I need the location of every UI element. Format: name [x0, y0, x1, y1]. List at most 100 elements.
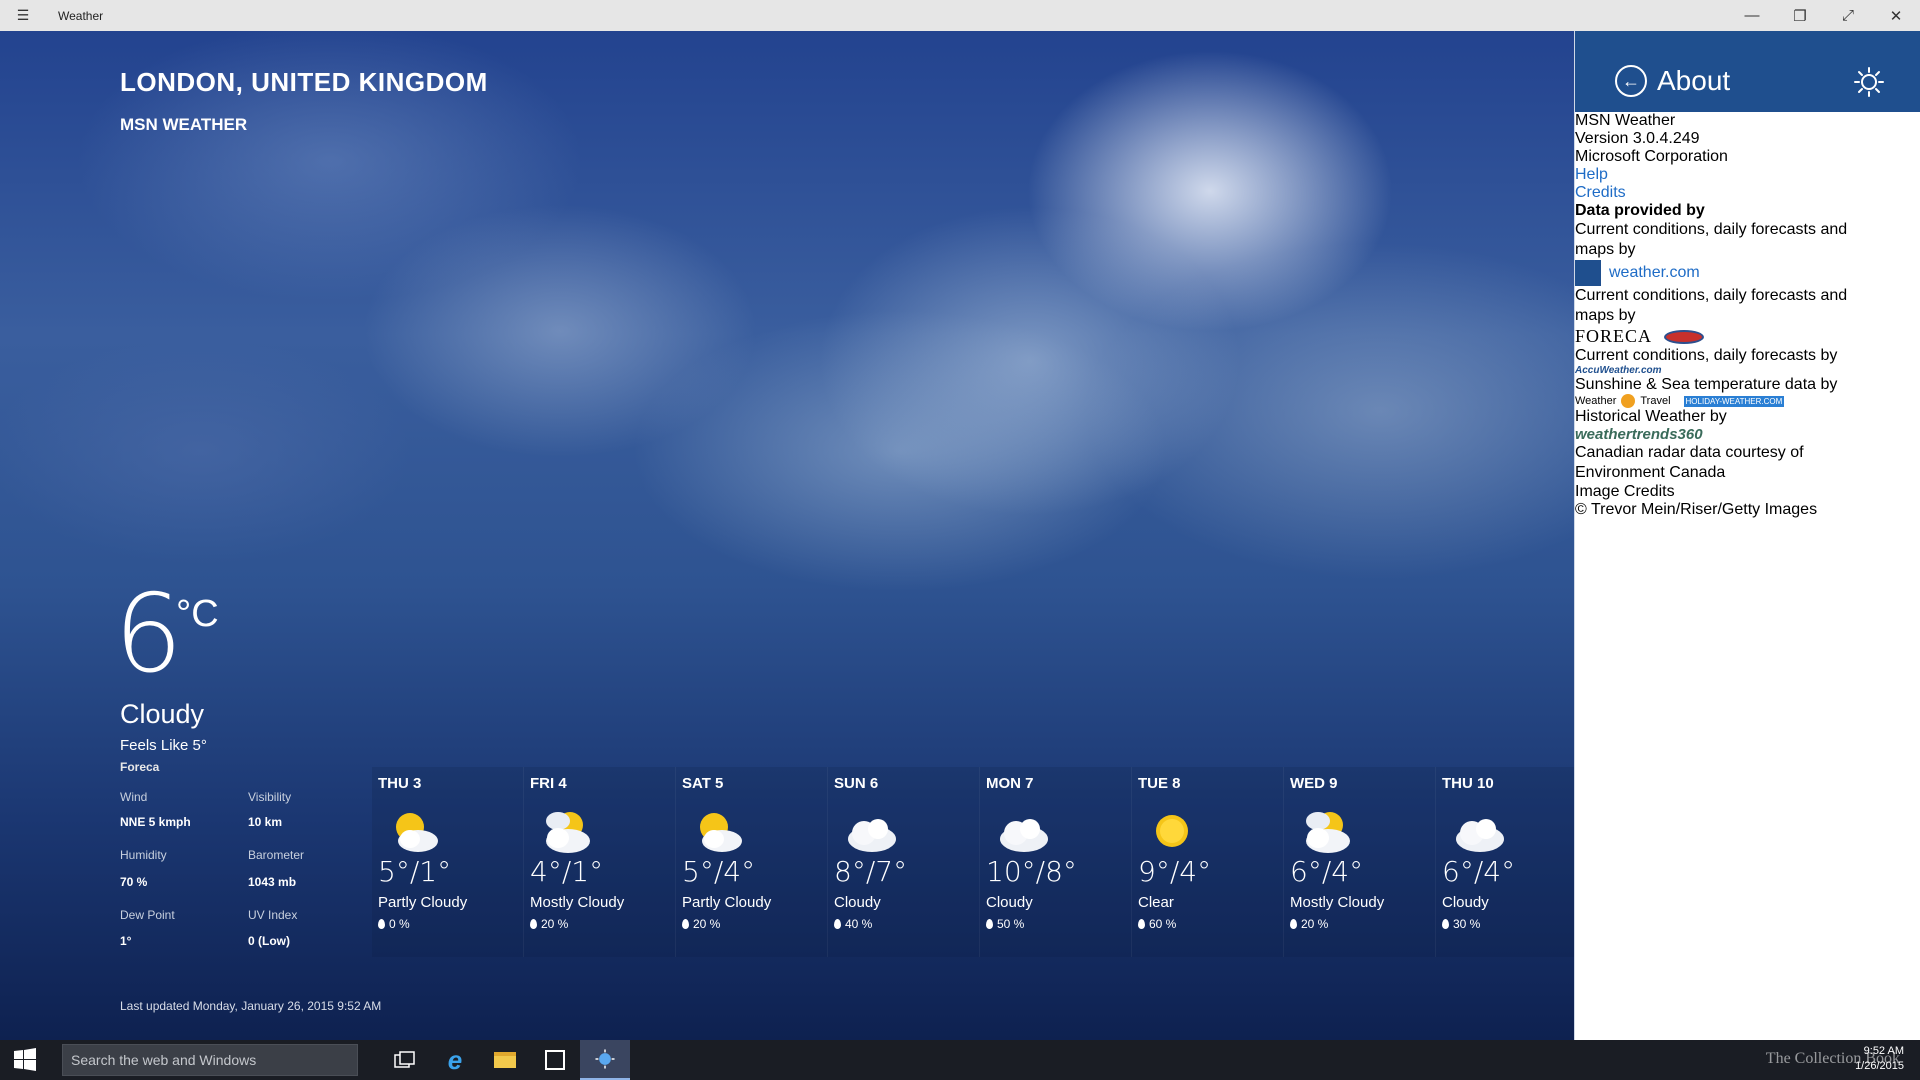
weather-channel-logo: [1575, 260, 1601, 286]
forecast-day-name: MON 7: [986, 775, 1034, 792]
credits-link[interactable]: Credits: [1575, 184, 1920, 202]
cloudy-icon: [848, 819, 896, 852]
fullscreen-button[interactable]: ⤢: [1824, 0, 1872, 31]
clock-time: 9:52 AM: [1863, 1045, 1904, 1057]
current-condition: Cloudy: [120, 699, 205, 729]
app-name: MSN Weather: [1575, 112, 1676, 129]
taskbar-clock[interactable]: 9:52 AM 1/26/2015: [1855, 1044, 1904, 1074]
forecast-day-name: THU 10: [1442, 775, 1494, 792]
provider-text: Current conditions, daily forecasts and …: [1575, 221, 1848, 258]
title-bar: ☰ Weather — ❐ ⤢ ✕: [0, 0, 1920, 31]
forecast-condition: Partly Cloudy: [682, 894, 772, 911]
temperature-unit[interactable]: °C: [176, 593, 219, 636]
forecast-day-name: WED 9: [1290, 775, 1338, 792]
forecast-day[interactable]: FRI 4 4°/1° Mostly Cloudy 20 %: [524, 767, 676, 957]
taskbar-search-input[interactable]: Search the web and Windows: [62, 1044, 358, 1076]
provider-text: Current conditions, daily forecasts and …: [1575, 287, 1848, 324]
internet-explorer-icon[interactable]: e: [430, 1040, 480, 1080]
raindrop-icon: [682, 919, 689, 929]
task-view-icon[interactable]: [380, 1040, 430, 1080]
feels-like: Feels Like 5°: [120, 737, 207, 754]
forecast-temp: 5°/1°: [378, 855, 452, 888]
raindrop-icon: [1138, 919, 1145, 929]
forecast-day[interactable]: SAT 5 5°/4° Partly Cloudy 20 %: [676, 767, 828, 957]
barometer-label: Barometer: [248, 848, 305, 862]
uv-index-label: UV Index: [248, 908, 298, 922]
humidity-value: 70 %: [120, 875, 148, 889]
weather-app-taskbar-icon[interactable]: [580, 1040, 630, 1080]
cloudy-icon: [1000, 819, 1048, 852]
precip-value: 0 %: [389, 917, 410, 931]
radar-credit: Canadian radar data courtesy of Environm…: [1575, 444, 1804, 481]
uv-index-value: 0 (Low): [248, 934, 290, 948]
hamburger-menu-icon[interactable]: ☰: [0, 0, 46, 31]
forecast-temp: 6°/4°: [1290, 855, 1364, 888]
weather2travel-logo-word: Travel: [1640, 395, 1671, 407]
forecast-temp: 4°/1°: [530, 855, 604, 888]
forecast-temp: 10°/8°: [986, 855, 1077, 888]
restore-button[interactable]: ❐: [1776, 0, 1824, 31]
about-header: ← About: [1575, 31, 1920, 112]
forecast-precip: 50 %: [986, 917, 1024, 931]
forecast-day-name: THU 3: [378, 775, 422, 792]
precip-value: 20 %: [1301, 917, 1329, 931]
weather-com-link[interactable]: weather.com: [1609, 264, 1700, 282]
forecast-precip: 20 %: [682, 917, 720, 931]
forecast-condition: Cloudy: [986, 894, 1033, 911]
forecast-temp: 5°/4°: [682, 855, 756, 888]
forecast-day[interactable]: TUE 8 9°/4° Clear 60 %: [1132, 767, 1284, 957]
red-oval-logo: [1664, 329, 1705, 344]
forecast-day[interactable]: THU 3 5°/1° Partly Cloudy 0 %: [372, 767, 524, 957]
raindrop-icon: [834, 919, 841, 929]
app-version: Version 3.0.4.249: [1575, 130, 1700, 147]
forecast-day[interactable]: SUN 6 8°/7° Cloudy 40 %: [828, 767, 980, 957]
provider-label: MSN WEATHER: [120, 115, 248, 134]
holiday-weather-logo: HOLIDAY-WEATHER.COM: [1683, 395, 1785, 407]
help-link[interactable]: Help: [1575, 166, 1920, 184]
location-title: LONDON, UNITED KINGDOM: [120, 67, 488, 97]
current-source: Foreca: [120, 760, 160, 774]
raindrop-icon: [530, 919, 537, 929]
precip-value: 30 %: [1453, 917, 1481, 931]
forecast-condition: Mostly Cloudy: [530, 894, 625, 911]
forecast-temp: 6°/4°: [1442, 855, 1516, 888]
minimize-button[interactable]: —: [1728, 0, 1776, 31]
forecast-day-name: SUN 6: [834, 775, 879, 792]
file-explorer-icon[interactable]: [480, 1040, 530, 1080]
back-arrow-icon[interactable]: ←: [1615, 65, 1647, 97]
forecast-condition: Clear: [1138, 894, 1174, 911]
dew-point-label: Dew Point: [120, 908, 175, 922]
close-button[interactable]: ✕: [1872, 0, 1920, 31]
about-pane: ← About MSN Weather Version 3.0.4.249 Mi…: [1574, 31, 1920, 1040]
daily-forecast-strip: THU 3 5°/1° Partly Cloudy 0 % FRI 4 4°/1…: [372, 767, 1574, 987]
current-temperature: 6: [114, 572, 183, 697]
sun-icon: [1854, 67, 1884, 97]
partly-cloudy-icon: [700, 813, 742, 852]
data-provided-heading: Data provided by: [1575, 202, 1705, 219]
windows-start-icon[interactable]: [0, 1040, 50, 1080]
provider-text: Sunshine & Sea temperature data by: [1575, 376, 1838, 393]
precip-value: 50 %: [997, 917, 1025, 931]
forecast-precip: 40 %: [834, 917, 872, 931]
forecast-day-name: SAT 5: [682, 775, 724, 792]
taskbar: Search the web and Windows e The Collect…: [0, 1040, 1920, 1080]
sun-icon: [1156, 815, 1188, 847]
humidity-label: Humidity: [120, 848, 167, 862]
forecast-precip: 0 %: [378, 917, 410, 931]
forecast-day-name: FRI 4: [530, 775, 567, 792]
raindrop-icon: [1290, 919, 1297, 929]
forecast-precip: 20 %: [1290, 917, 1328, 931]
precip-value: 60 %: [1149, 917, 1177, 931]
forecast-temp: 8°/7°: [834, 855, 908, 888]
precip-value: 20 %: [541, 917, 569, 931]
store-icon[interactable]: [530, 1040, 580, 1080]
forecast-precip: 20 %: [530, 917, 568, 931]
forecast-condition: Cloudy: [834, 894, 881, 911]
forecast-day[interactable]: WED 9 6°/4° Mostly Cloudy 20 %: [1284, 767, 1436, 957]
weather2travel-row: Weather Travel HOLIDAY-WEATHER.COM: [1575, 394, 1920, 408]
forecast-temp: 9°/4°: [1138, 855, 1212, 888]
foreca-logo: FORECA: [1575, 326, 1653, 346]
forecast-day[interactable]: MON 7 10°/8° Cloudy 50 %: [980, 767, 1132, 957]
forecast-day[interactable]: THU 10 6°/4° Cloudy 30 %: [1436, 767, 1574, 957]
provider-text: Current conditions, daily forecasts by: [1575, 347, 1838, 364]
